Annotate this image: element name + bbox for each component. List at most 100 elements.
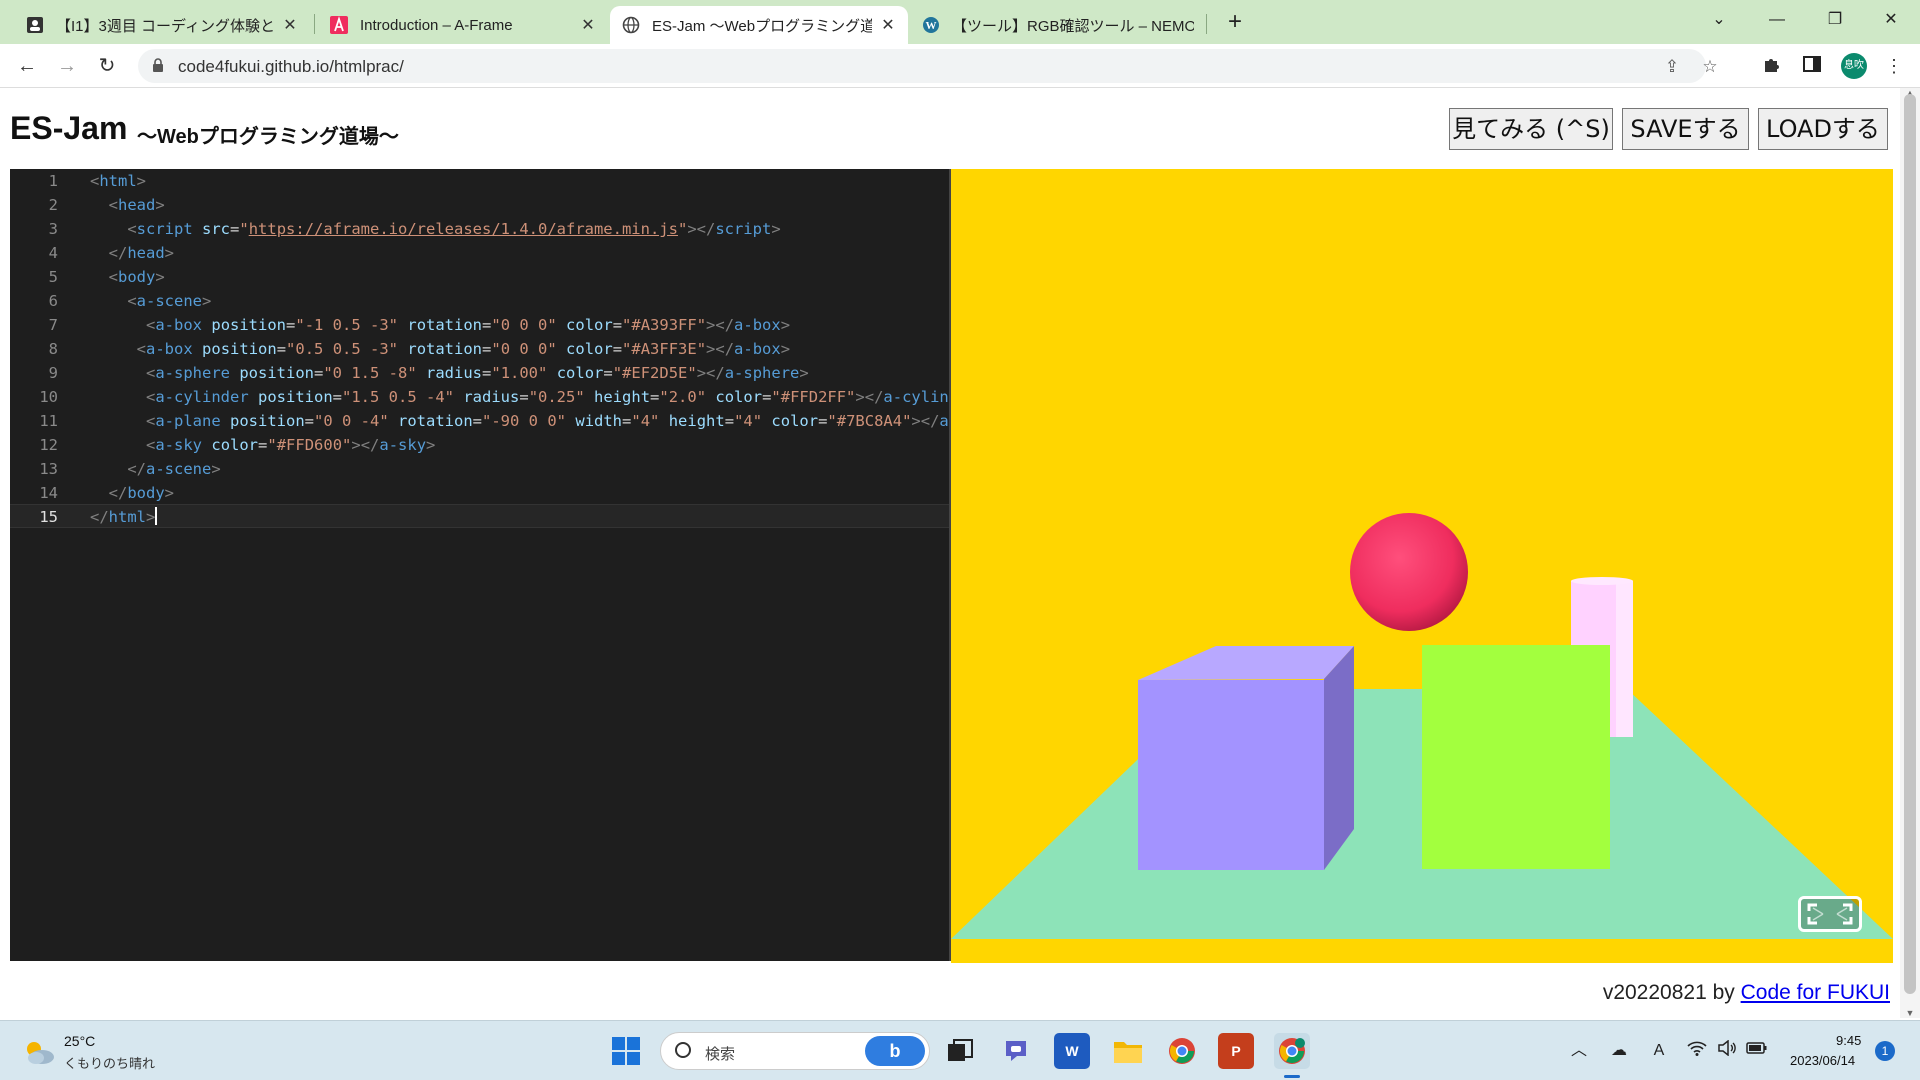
text-caret (155, 507, 158, 525)
extensions-puzzle-icon[interactable] (1760, 54, 1784, 78)
code-line[interactable]: </body> (90, 481, 174, 505)
windows-start-icon[interactable] (608, 1033, 644, 1069)
wifi-icon[interactable] (1686, 1040, 1708, 1062)
code-line[interactable]: <a-box position="0.5 0.5 -3" rotation="0… (90, 337, 790, 361)
volume-icon[interactable] (1716, 1039, 1738, 1062)
page-subtitle: 〜Webプログラミング道場〜 (137, 126, 399, 148)
code-line[interactable]: <a-sky color="#FFD600"></a-sky> (90, 433, 435, 457)
aframe-icon (330, 16, 348, 34)
scroll-down-arrow-icon[interactable]: ▼ (1900, 1008, 1920, 1018)
back-arrow-icon[interactable]: ← (12, 51, 42, 81)
minimize-button[interactable]: — (1748, 0, 1806, 40)
tab-rgb-tool[interactable]: W 【ツール】RGB確認ツール – NEMOT's (910, 6, 1206, 44)
restore-button[interactable]: ❐ (1806, 0, 1864, 40)
ime-mode-icon[interactable]: A (1648, 1040, 1670, 1062)
close-icon[interactable]: ✕ (282, 15, 298, 35)
forward-arrow-icon[interactable]: → (52, 51, 82, 81)
code-line[interactable]: <head> (90, 193, 165, 217)
code-editor[interactable]: 1 <html> 2 <head> 3 <script src="https://… (10, 169, 950, 961)
battery-icon[interactable] (1746, 1040, 1768, 1062)
code-line[interactable]: <a-plane position="0 0 -4" rotation="-90… (90, 409, 950, 433)
person-icon (26, 16, 44, 34)
wordpress-icon: W (922, 16, 940, 34)
clock-time[interactable]: 9:45 (1836, 1033, 1861, 1048)
code-line[interactable]: <body> (90, 265, 165, 289)
expand-icon (1807, 903, 1853, 925)
reload-icon[interactable]: ↻ (92, 51, 122, 81)
kebab-menu-icon[interactable]: ⋮ (1882, 54, 1906, 78)
close-icon[interactable]: ✕ (880, 15, 896, 35)
save-button[interactable]: SAVEする (1622, 108, 1749, 150)
windows-taskbar: 25°C くもりのち晴れ 検索 b W P ︿ ☁ A 9:45 2023/06… (0, 1020, 1920, 1080)
powerpoint-icon[interactable]: P (1218, 1033, 1254, 1069)
active-app-indicator (1284, 1075, 1300, 1078)
code-line[interactable]: </head> (90, 241, 174, 265)
load-button[interactable]: LOADする (1758, 108, 1888, 150)
code-for-fukui-link[interactable]: Code for FUKUI (1741, 981, 1890, 1004)
line-number: 3 (48, 220, 58, 238)
line-number: 12 (39, 436, 58, 454)
code-line[interactable]: <a-sphere position="0 1.5 -8" radius="1.… (90, 361, 809, 385)
task-view-icon[interactable] (942, 1033, 978, 1069)
browser-tab-strip: 【I1】3週目 コーディング体験とVR体験 ✕ Introduction – A… (0, 0, 1920, 44)
close-window-button[interactable]: ✕ (1862, 0, 1920, 40)
chrome-icon[interactable] (1164, 1033, 1200, 1069)
svg-text:W: W (926, 20, 937, 32)
code-line[interactable]: <script src="https://aframe.io/releases/… (90, 217, 780, 241)
scene-render (951, 169, 1893, 963)
file-explorer-icon[interactable] (1110, 1033, 1146, 1069)
teams-chat-icon[interactable] (998, 1033, 1034, 1069)
line-number: 7 (48, 316, 58, 334)
sphere (1350, 513, 1468, 631)
weather-description: くもりのち晴れ (64, 1056, 156, 1071)
clock-date[interactable]: 2023/06/14 (1790, 1053, 1855, 1068)
chrome-profile-icon[interactable] (1274, 1033, 1310, 1069)
code-line[interactable]: <a-box position="-1 0.5 -3" rotation="0 … (90, 313, 790, 337)
page-scrollbar[interactable]: ▲ ▼ (1900, 88, 1920, 1018)
code-line[interactable]: <a-scene> (90, 289, 211, 313)
onedrive-offline-icon[interactable]: ☁ (1608, 1040, 1630, 1062)
code-line[interactable]: <html> (90, 169, 146, 193)
aframe-preview[interactable] (951, 169, 1893, 963)
new-tab-button[interactable]: + (1220, 8, 1250, 38)
page-content: ES-Jam 〜Webプログラミング道場〜 見てみる (^S) SAVEする L… (0, 88, 1920, 1018)
code-line[interactable]: <a-cylinder position="1.5 0.5 -4" radius… (90, 385, 950, 409)
line-number: 8 (48, 340, 58, 358)
bookmark-star-icon[interactable]: ☆ (1700, 57, 1720, 77)
notification-badge[interactable]: 1 (1875, 1041, 1895, 1061)
fullscreen-vr-button[interactable] (1798, 896, 1862, 932)
address-bar[interactable]: code4fukui.github.io/htmlprac/ ⇪ ☆ (138, 49, 1718, 83)
close-icon[interactable]: ✕ (580, 15, 596, 35)
code-line[interactable]: </html> (90, 505, 158, 529)
line-number: 14 (39, 484, 58, 502)
chevron-up-icon[interactable]: ︿ (1568, 1040, 1590, 1062)
tab-aframe-intro[interactable]: Introduction – A-Frame ✕ (318, 6, 608, 44)
box-green (1422, 645, 1610, 869)
weather-cloud-sun-icon[interactable] (22, 1039, 56, 1065)
lock-icon (153, 58, 163, 72)
tab-title: ES-Jam 〜Webプログラミング道場〜 (652, 17, 872, 35)
line-number: 2 (48, 196, 58, 214)
bing-icon[interactable]: b (865, 1036, 925, 1066)
tab-search-chevron-icon[interactable]: ⌄ (1690, 0, 1748, 40)
code-line[interactable]: </a-scene> (90, 457, 220, 481)
tab-es-jam[interactable]: ES-Jam 〜Webプログラミング道場〜 ✕ (610, 6, 908, 44)
tab-title: Introduction – A-Frame (360, 16, 513, 34)
line-number: 11 (39, 412, 58, 430)
side-panel-icon[interactable] (1800, 54, 1824, 78)
browser-toolbar: ← → ↻ code4fukui.github.io/htmlprac/ ⇪ ☆… (0, 44, 1920, 88)
line-number: 13 (39, 460, 58, 478)
line-number: 15 (39, 508, 58, 526)
search-label: 検索 (705, 1046, 736, 1063)
scrollbar-thumb[interactable] (1904, 94, 1916, 994)
line-number: 5 (48, 268, 58, 286)
weather-temperature: 25°C (64, 1033, 96, 1049)
tab-coding-course[interactable]: 【I1】3週目 コーディング体験とVR体験 ✕ (14, 6, 310, 44)
line-number: 4 (48, 244, 58, 262)
profile-avatar[interactable]: 息吹 (1841, 53, 1867, 79)
taskbar-search-box[interactable]: 検索 b (660, 1032, 930, 1070)
share-icon[interactable]: ⇪ (1662, 57, 1682, 77)
word-icon[interactable]: W (1054, 1033, 1090, 1069)
preview-button[interactable]: 見てみる (^S) (1449, 108, 1613, 150)
tab-title: 【ツール】RGB確認ツール – NEMOT's (952, 17, 1194, 35)
